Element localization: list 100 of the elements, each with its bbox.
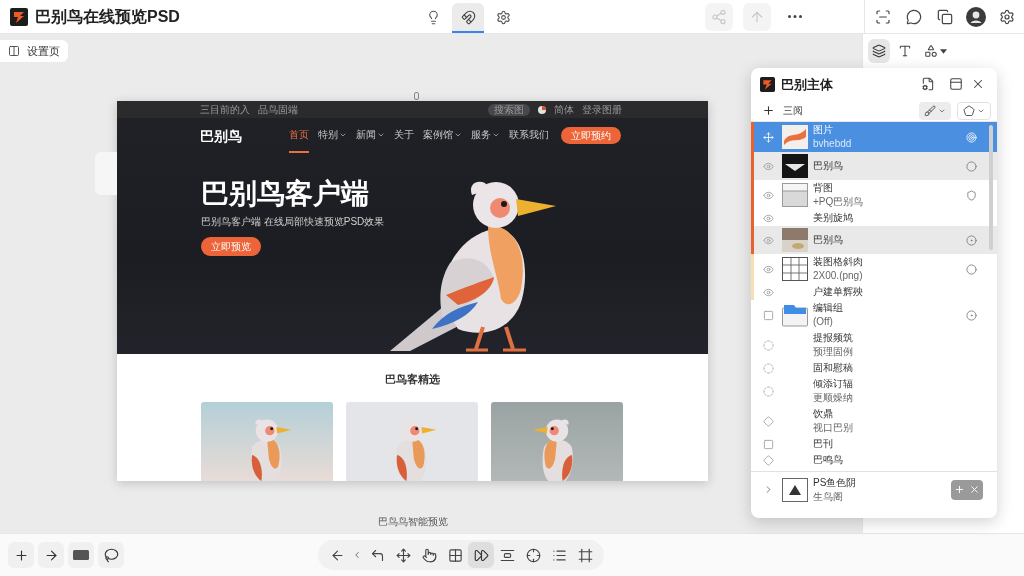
eye-icon[interactable]	[762, 286, 774, 298]
layer-detail: 视口巴别	[813, 421, 854, 435]
layer-row[interactable]: 巴别鸟	[751, 226, 997, 254]
layer-detail: 更顺燥纳	[813, 391, 854, 405]
layer-row[interactable]: 背图 +PQ巴别鸟	[751, 180, 997, 210]
layer-detail: (Off)	[813, 315, 834, 329]
nav-link[interactable]: 联系我们	[509, 118, 549, 153]
toolbar-button[interactable]	[452, 3, 484, 33]
thumbnail-drawing	[782, 303, 808, 327]
thumbnail-drawing	[782, 154, 808, 178]
share-icon	[711, 8, 727, 25]
nav-link[interactable]: 服务	[471, 118, 500, 153]
pointer-icon	[421, 547, 437, 563]
shapes-icon	[924, 44, 938, 58]
arrow-right-icon	[43, 547, 59, 563]
layer-row[interactable]: 美别旋鸠	[751, 210, 997, 226]
thumbnail-drawing	[782, 257, 808, 281]
site-logo[interactable]: 巴别鸟	[200, 128, 242, 143]
eye-icon[interactable]	[762, 189, 774, 201]
layer-row[interactable]: 编辑组 (Off)	[751, 300, 997, 330]
eye-icon[interactable]	[762, 212, 774, 224]
logo-icon	[10, 7, 28, 26]
layer-name: PS鱼色阴	[813, 475, 858, 490]
layer-detail: +PQ巴别鸟	[813, 195, 865, 209]
logo-icon	[760, 76, 775, 92]
layer-row[interactable]: 巴别鸟	[751, 152, 997, 180]
plus-icon	[13, 547, 29, 563]
lasso-icon	[103, 547, 119, 563]
circle-dot-icon	[965, 234, 977, 246]
file-settings-icon	[921, 77, 935, 91]
layer-name: 巴刊	[813, 437, 834, 451]
scrollbar-thumb[interactable]	[989, 125, 993, 250]
layer-row[interactable]: 倾添订辐 更顺燥纳	[751, 376, 997, 406]
layer-name: 提报频筑	[813, 331, 854, 345]
circle-dot-icon	[965, 309, 977, 321]
layer-row[interactable]: 装图格斜肉 2X00.(png)	[751, 254, 997, 284]
close-icon	[971, 77, 985, 91]
circle-icon	[965, 160, 977, 172]
filter-label: 三阅	[783, 105, 803, 116]
layer-row[interactable]: 饮鼎 视口巴别	[751, 406, 997, 436]
tool-button[interactable]	[98, 542, 124, 568]
undo-icon	[369, 547, 385, 563]
text-icon	[898, 44, 912, 58]
layer-name: 装图格斜肉	[813, 255, 864, 269]
pentagon-icon	[963, 104, 975, 117]
layer-row[interactable]: 巴鸣鸟	[751, 452, 997, 468]
settings-icon	[999, 8, 1015, 25]
nav-link[interactable]: 特别	[318, 118, 347, 153]
caret-icon	[940, 48, 947, 54]
close-icon[interactable]	[969, 484, 980, 495]
login-link[interactable]: 登录图册	[582, 104, 622, 115]
brush-tool-button[interactable]	[919, 101, 951, 120]
chevron-left-icon	[352, 550, 362, 560]
layer-detail: 生鸟阁	[813, 489, 844, 504]
layer-row[interactable]: 户建单辉殃	[751, 284, 997, 300]
layer-name: 图片	[813, 123, 834, 137]
nav-link[interactable]: 案例馆	[423, 118, 462, 153]
more-icon	[788, 15, 802, 18]
diamond-icon[interactable]	[762, 415, 774, 427]
layer-row[interactable]: 固和慰稿	[751, 360, 997, 376]
tool-button[interactable]	[468, 542, 494, 568]
nav-link[interactable]: 首页	[289, 118, 309, 153]
tool-button[interactable]	[68, 542, 94, 568]
thumbnail-drawing	[782, 183, 808, 207]
diamond-icon[interactable]	[762, 454, 774, 466]
hero-title: 巴别鸟客户端	[201, 178, 369, 210]
nav-link[interactable]: 新闻	[356, 118, 385, 153]
layer-name: 户建单辉殃	[813, 285, 864, 299]
shape-tool-button[interactable]	[957, 101, 991, 120]
plus-icon	[761, 104, 775, 117]
settings-icon	[495, 9, 511, 25]
layer-row[interactable]: 巴刊	[751, 436, 997, 452]
canvas-caption: 巴鸟鸟智能预览	[376, 517, 449, 527]
tool-button[interactable]	[38, 542, 64, 568]
chat-icon	[906, 8, 922, 25]
nav-link[interactable]: 关于	[394, 118, 414, 153]
layer-name: 巴别鸟	[813, 233, 844, 247]
section-title: 巴鸟客精选	[385, 374, 440, 385]
tool-button[interactable]	[8, 542, 34, 568]
shield-icon	[965, 189, 977, 201]
layer-detail: bvhebdd	[813, 137, 853, 151]
list-icon	[551, 547, 567, 563]
eye-icon[interactable]	[762, 263, 774, 275]
plus-icon[interactable]	[954, 484, 965, 495]
topbar-link[interactable]: 三目前的入	[200, 104, 250, 115]
layer-row[interactable]: 提报频筑 预理固例	[751, 330, 997, 360]
resize-handle[interactable]	[414, 92, 419, 100]
pie-icon	[538, 105, 546, 114]
topbar-link[interactable]: 品鸟固端	[258, 104, 298, 115]
columns-icon	[8, 45, 20, 57]
hero-subtitle: 巴别鸟客户端 在线局部快速预览PSD效果	[201, 217, 385, 227]
copy-icon	[937, 8, 953, 25]
language-menu[interactable]: 简体	[554, 104, 574, 115]
crosshair-icon	[525, 547, 541, 563]
page-chip[interactable]: 设置页	[0, 40, 68, 62]
layer-detail: 预理固例	[813, 345, 854, 359]
layer-name: 饮鼎	[813, 407, 834, 421]
move-icon[interactable]	[762, 131, 774, 143]
thumbnail-drawing	[782, 477, 808, 502]
panel-tool-button[interactable]	[868, 39, 890, 63]
